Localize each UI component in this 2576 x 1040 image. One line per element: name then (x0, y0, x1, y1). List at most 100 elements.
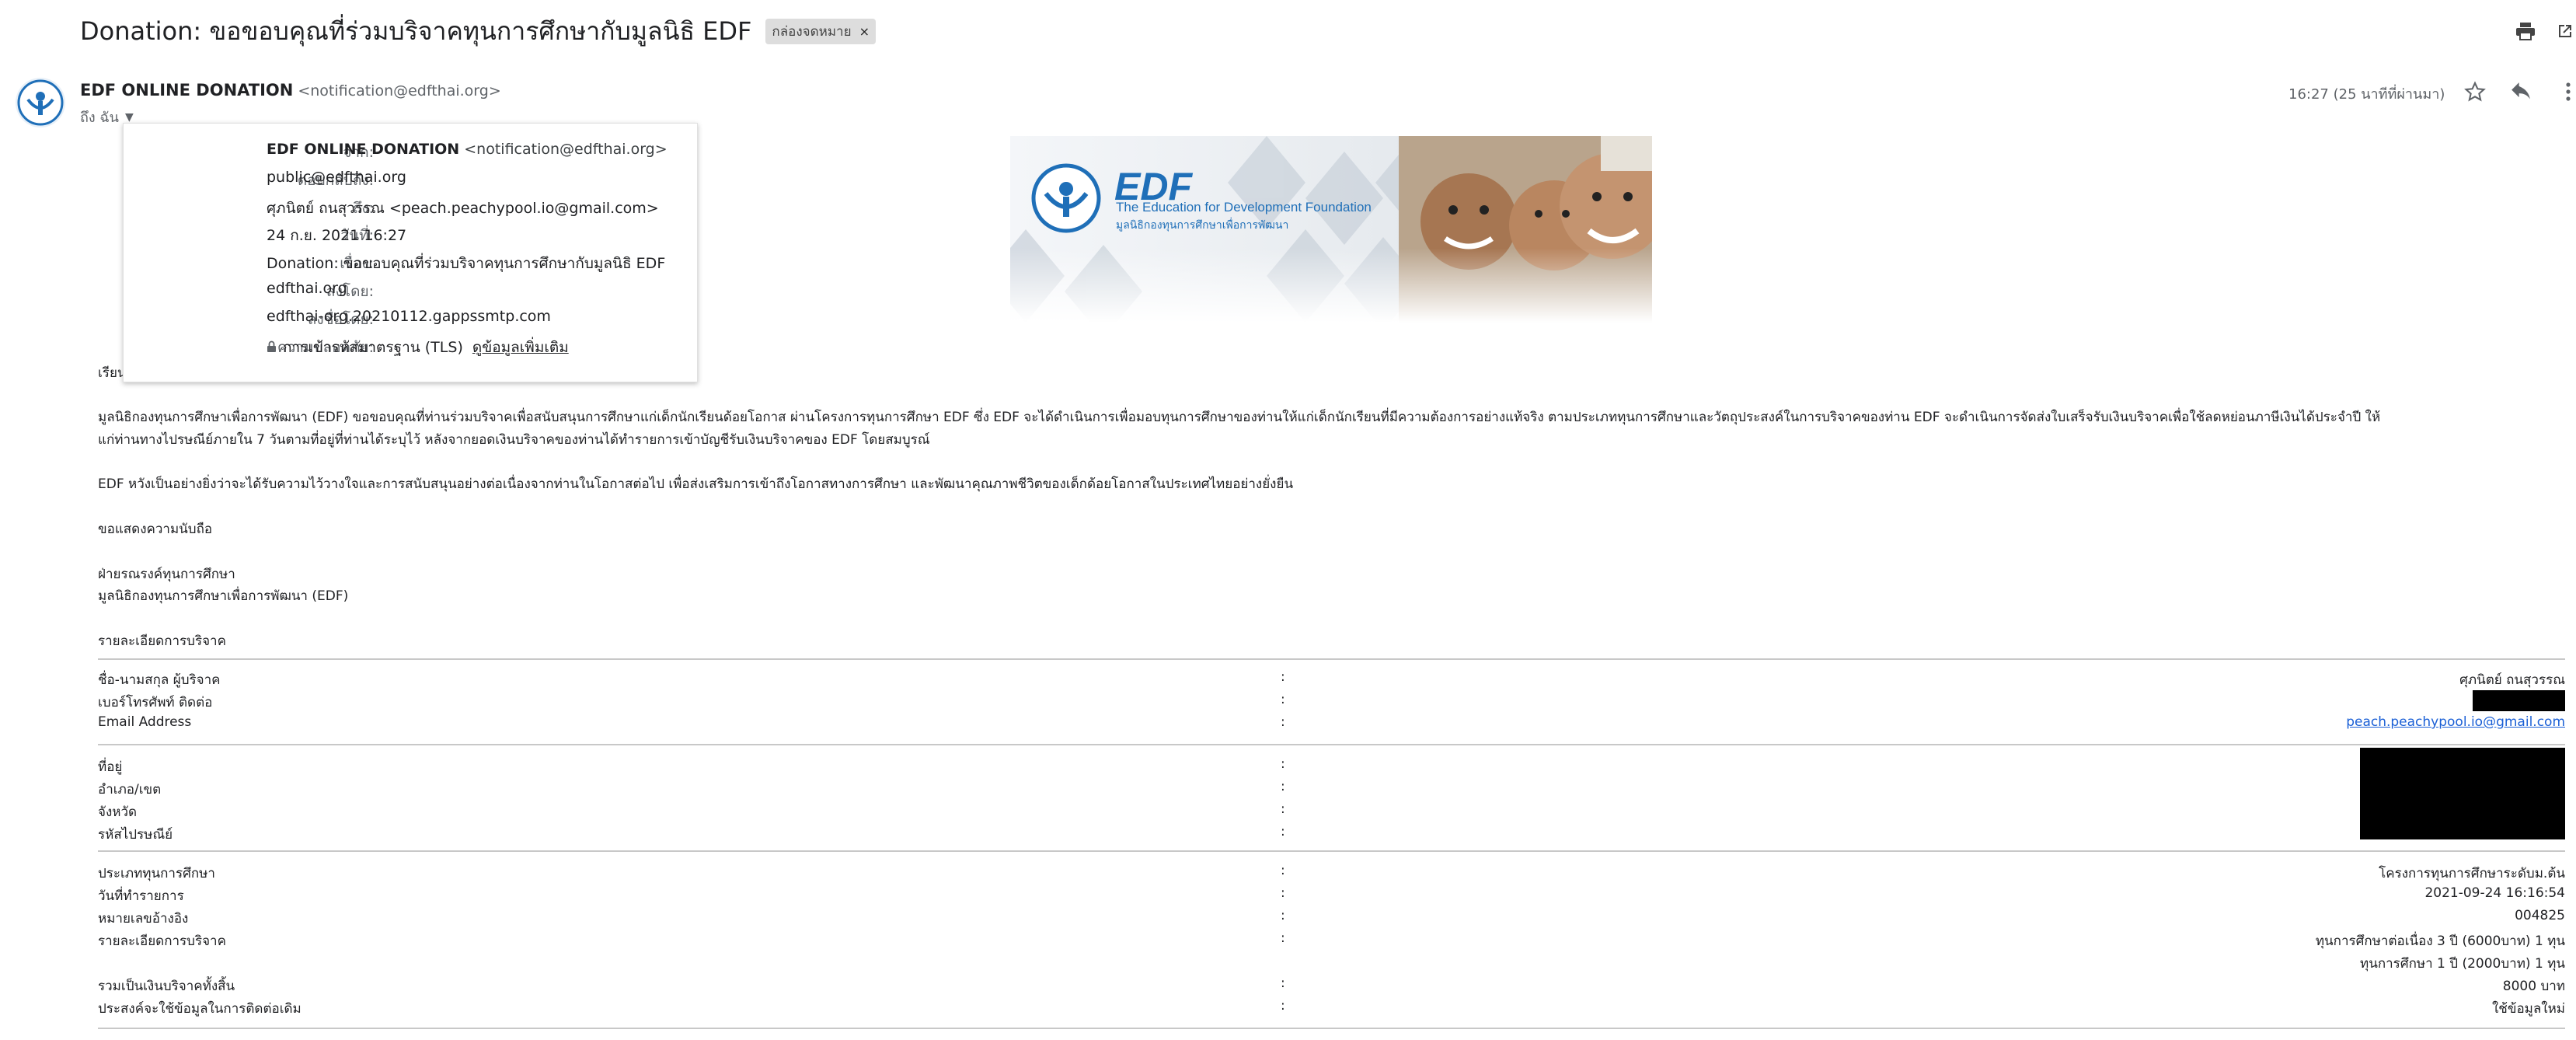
more-options-icon[interactable] (2553, 76, 2576, 107)
detail-row-mailed-by: ส่งโดย: edfthai.org (124, 280, 699, 303)
paragraph-1-line-2: แก่ท่านทางไปรษณีย์ภายใน 7 วันตามที่อยู่ท… (98, 432, 930, 448)
email-link[interactable]: peach.peachypool.io@gmail.com (2346, 714, 2565, 730)
row-value: ใช้ข้อมูลใหม่ (2491, 1001, 2565, 1017)
table-row: ประสงค์จะใช้ข้อมูลในการติดต่อเดิม : ใช้ข… (98, 998, 2565, 1021)
paragraph-1-line-1: มูลนิธิกองทุนการศึกษาเพื่อการพัฒนา (EDF)… (98, 410, 2381, 425)
row-key: รวมเป็นเงินบริจาคทั้งสิ้น (98, 979, 235, 994)
divider (98, 658, 2565, 660)
edf-banner-image: EDF The Education for Development Founda… (1010, 136, 1652, 323)
row-value: 2021-09-24 16:16:54 (2424, 885, 2565, 901)
email-timestamp: 16:27 (25 นาทีที่ผ่านมา) (2288, 86, 2445, 103)
row-separator: : (1281, 930, 1285, 946)
row-separator: : (1281, 863, 1285, 878)
detail-value: public@edfthai.org (267, 169, 406, 186)
table-row: ทุนการศึกษา 1 ปี (2000บาท) 1 ทุน (98, 953, 2565, 975)
row-key: ประเภททุนการศึกษา (98, 866, 215, 881)
row-key: เบอร์โทรศัพท์ ติดต่อ (98, 695, 213, 710)
redacted-phone (2473, 690, 2565, 711)
row-value: ทุนการศึกษาต่อเนื่อง 3 ปี (6000บาท) 1 ทุ… (2315, 934, 2565, 949)
detail-value: EDF ONLINE DONATION <notification@edftha… (267, 141, 668, 158)
table-row: หมายเลขอ้างอิง : 004825 (98, 908, 2565, 930)
divider (98, 850, 2565, 852)
inbox-label-text: กล่องจดหมาย (772, 23, 852, 40)
divider (98, 1028, 2565, 1029)
print-icon[interactable] (2512, 19, 2539, 44)
row-value: ทุนการศึกษา 1 ปี (2000บาท) 1 ทุน (2360, 956, 2565, 972)
detail-row-subject: เรื่อง: Donation: ขอขอบคุณที่ร่วมบริจาคท… (124, 252, 699, 275)
sender-email: <notification@edfthai.org> (298, 82, 501, 99)
row-key: วันที่ทำรายการ (98, 888, 184, 904)
row-separator: : (1281, 998, 1285, 1014)
redacted-address (2360, 748, 2565, 839)
row-key: ที่อยู่ (98, 759, 123, 775)
signature-department: ฝ่ายรณรงค์ทุนการศึกษา (98, 567, 235, 582)
row-separator: : (1281, 885, 1285, 901)
lock-icon (267, 340, 277, 357)
row-key: รายละเอียดการบริจาค (98, 934, 226, 949)
open-in-new-window-icon[interactable] (2552, 19, 2576, 44)
subject-title: Donation: ขอขอบคุณที่ร่วมบริจาคทุนการศึก… (80, 16, 752, 46)
caret-down-icon[interactable]: ▼ (125, 111, 134, 124)
inbox-label-chip[interactable]: กล่องจดหมาย × (765, 18, 876, 44)
detail-row-security: ความปลอดภัย: การเข้ารหัสมาตรฐาน (TLS) ดู… (124, 336, 699, 359)
detail-value: ศุภนิตย์ ถนสุวรรณ <peach.peachypool.io@g… (267, 200, 659, 217)
table-row: เบอร์โทรศัพท์ ติดต่อ : (98, 692, 2565, 714)
detail-row-signed-by: ลงชื่อโดย: edfthai-org.20210112.gappssmt… (124, 308, 699, 331)
recipient-label: ถึง ฉัน (80, 110, 119, 126)
detail-value: edfthai.org (267, 280, 347, 297)
remove-label-icon[interactable]: × (859, 24, 870, 39)
row-value: 8000 บาท (2502, 979, 2565, 994)
row-key: รหัสไปรษณีย์ (98, 827, 173, 843)
row-separator: : (1281, 692, 1285, 707)
table-row: ประเภททุนการศึกษา : โครงการทุนการศึกษาระ… (98, 863, 2565, 885)
reply-icon[interactable] (2505, 76, 2536, 107)
detail-value: Donation: ขอขอบคุณที่ร่วมบริจาคทุนการศึก… (267, 255, 666, 272)
detail-row-to: ถึง: ศุภนิตย์ ถนสุวรรณ <peach.peachypool… (124, 197, 699, 220)
detail-from-email: <notification@edfthai.org> (459, 141, 668, 158)
divider (98, 744, 2565, 745)
detail-row-reply-to: ตอบกลับถึง: public@edfthai.org (124, 169, 699, 192)
row-value: ศุภนิตย์ ถนสุวรรณ (2459, 672, 2565, 688)
row-separator: : (1281, 908, 1285, 923)
table-row: ที่อยู่ : (98, 756, 2565, 779)
security-value: การเข้ารหัสมาตรฐาน (TLS) (283, 339, 463, 356)
row-value: 004825 (2515, 908, 2565, 923)
table-row: วันที่ทำรายการ : 2021-09-24 16:16:54 (98, 885, 2565, 908)
banner-tagline-en: The Education for Development Foundation (1116, 200, 1372, 215)
signature-organization: มูลนิธิกองทุนการศึกษาเพื่อการพัฒนา (EDF) (98, 588, 349, 604)
table-row: ชื่อ-นามสกุล ผู้บริจาค : ศุภนิตย์ ถนสุวร… (98, 669, 2565, 692)
table-row: Email Address : peach.peachypool.io@gmai… (98, 714, 2565, 737)
row-key: อำเภอ/เขต (98, 782, 162, 797)
message-details-popup: จาก: EDF ONLINE DONATION <notification@e… (123, 123, 698, 382)
row-key: จังหวัด (98, 804, 138, 820)
sender-name[interactable]: EDF ONLINE DONATION (80, 81, 293, 99)
row-key: ประสงค์จะใช้ข้อมูลในการติดต่อเดิม (98, 1001, 302, 1017)
table-row: จังหวัด : (98, 801, 2565, 824)
row-separator: : (1281, 669, 1285, 685)
row-separator: : (1281, 779, 1285, 794)
table-row: รหัสไปรษณีย์ : (98, 824, 2565, 846)
row-separator: : (1281, 824, 1285, 839)
detail-row-date: วันที่: 24 ก.ย. 2021 16:27 (124, 224, 699, 247)
table-row: รายละเอียดการบริจาค : ทุนการศึกษาต่อเนื่… (98, 930, 2565, 953)
detail-from-name: EDF ONLINE DONATION (267, 141, 460, 158)
closing: ขอแสดงความนับถือ (98, 522, 213, 537)
learn-more-link[interactable]: ดูข้อมูลเพิ่มเติม (472, 339, 569, 356)
row-separator: : (1281, 714, 1285, 730)
row-key: Email Address (98, 714, 192, 730)
row-separator: : (1281, 756, 1285, 772)
row-key: หมายเลขอ้างอิง (98, 911, 189, 927)
row-value: โครงการทุนการศึกษาระดับม.ต้น (2379, 866, 2565, 881)
table-row: อำเภอ/เขต : (98, 779, 2565, 801)
email-subject: Donation: ขอขอบคุณที่ร่วมบริจาคทุนการศึก… (80, 14, 876, 48)
row-separator: : (1281, 801, 1285, 817)
donation-details-title: รายละเอียดการบริจาค (98, 633, 226, 649)
banner-tagline-th: มูลนิธิกองทุนการศึกษาเพื่อการพัฒนา (1116, 218, 1289, 231)
sender-line: EDF ONLINE DONATION <notification@edfthai… (80, 81, 501, 99)
sender-avatar (16, 78, 65, 127)
row-key: ชื่อ-นามสกุล ผู้บริจาค (98, 672, 221, 688)
row-separator: : (1281, 975, 1285, 991)
detail-value: การเข้ารหัสมาตรฐาน (TLS) ดูข้อมูลเพิ่มเต… (267, 336, 569, 359)
detail-row-from: จาก: EDF ONLINE DONATION <notification@e… (124, 141, 699, 164)
star-icon[interactable] (2459, 76, 2491, 107)
